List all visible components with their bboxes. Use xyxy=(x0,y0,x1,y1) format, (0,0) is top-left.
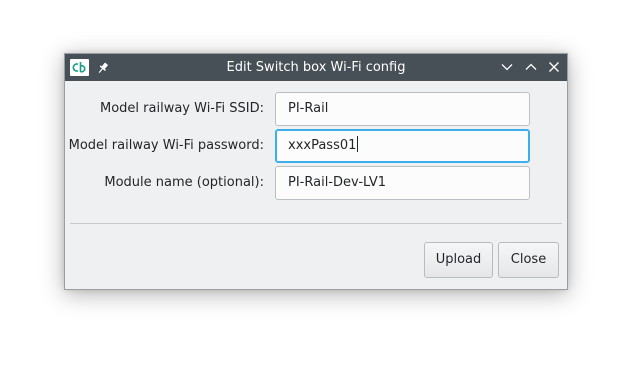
password-value: xxxPass01 xyxy=(288,138,357,153)
module-name-input[interactable]: PI-Rail-Dev-LV1 xyxy=(275,166,530,200)
text-caret xyxy=(357,136,359,152)
minimize-icon[interactable] xyxy=(499,59,515,75)
cb-logo-icon[interactable] xyxy=(70,59,89,76)
dialog-window: Edit Switch box Wi-Fi config Model railw… xyxy=(64,53,568,290)
ssid-row: Model railway Wi-Fi SSID: PI-Rail xyxy=(65,92,567,126)
titlebar[interactable]: Edit Switch box Wi-Fi config xyxy=(65,54,567,81)
password-input[interactable]: xxxPass01 xyxy=(275,129,530,163)
module-name-label: Module name (optional): xyxy=(104,175,264,190)
upload-button[interactable]: Upload xyxy=(424,242,493,278)
module-name-row: Module name (optional): PI-Rail-Dev-LV1 xyxy=(65,166,567,200)
ssid-label: Model railway Wi-Fi SSID: xyxy=(100,101,264,116)
password-row: Model railway Wi-Fi password: xxxPass01 xyxy=(65,129,567,163)
close-button[interactable]: Close xyxy=(498,242,559,278)
module-name-value: PI-Rail-Dev-LV1 xyxy=(288,175,387,190)
window-title: Edit Switch box Wi-Fi config xyxy=(226,60,406,75)
maximize-icon[interactable] xyxy=(523,59,539,75)
ssid-value: PI-Rail xyxy=(288,101,329,116)
password-label: Model railway Wi-Fi password: xyxy=(68,138,264,153)
ssid-input[interactable]: PI-Rail xyxy=(275,92,530,126)
close-icon[interactable] xyxy=(546,59,562,75)
separator xyxy=(70,223,562,224)
pin-icon[interactable] xyxy=(96,60,110,74)
